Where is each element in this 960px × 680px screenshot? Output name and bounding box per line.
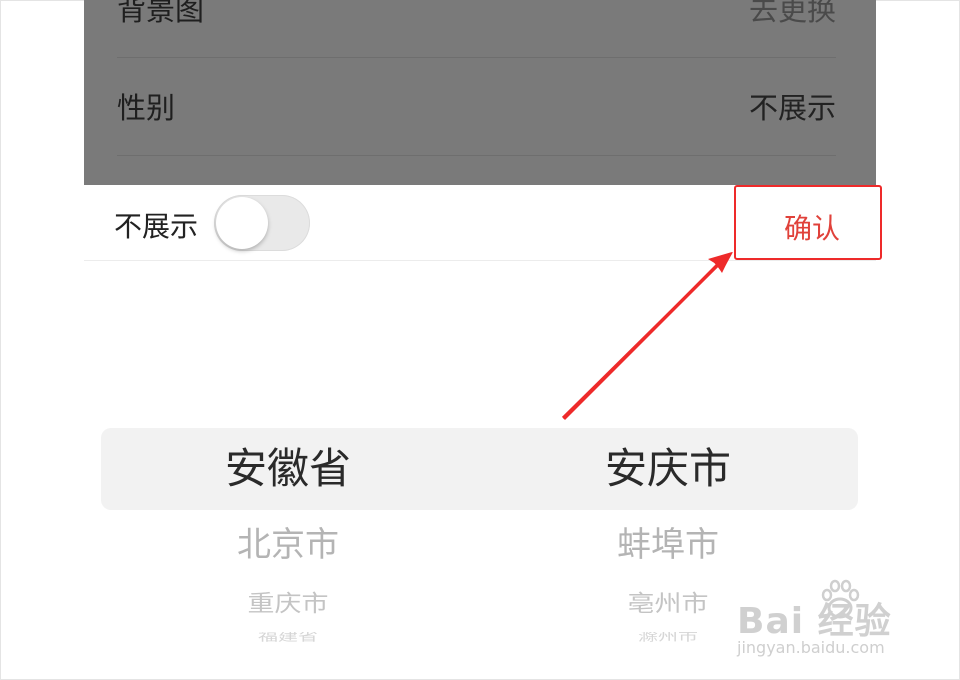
city-option[interactable]: 蚌埠市 — [478, 510, 858, 580]
watermark-brand: Bai 经验 — [737, 601, 892, 642]
city-selected[interactable]: 安庆市 — [478, 428, 858, 510]
province-option[interactable]: 重庆市 — [98, 584, 478, 625]
province-option[interactable]: 福建省 — [98, 632, 478, 644]
watermark-url: jingyan.baidu.com — [737, 638, 885, 657]
province-picker-column[interactable]: 安徽省 北京市 重庆市 福建省 — [98, 428, 478, 648]
province-selected[interactable]: 安徽省 — [98, 428, 478, 510]
province-option[interactable]: 北京市 — [98, 510, 478, 580]
baidu-jingyan-watermark: Bai 经验 jingyan.baidu.com — [735, 578, 915, 663]
